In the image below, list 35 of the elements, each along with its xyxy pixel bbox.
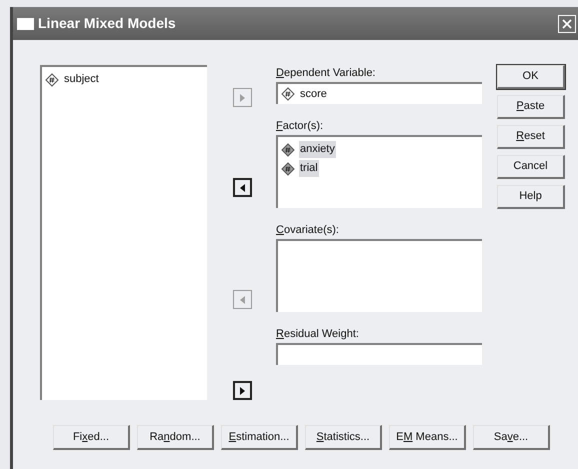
dialog-button[interactable]: Paste — [497, 95, 565, 119]
dialog-button[interactable]: Reset — [497, 125, 565, 149]
variable-icon — [281, 87, 295, 101]
dialog-button[interactable]: Fixed... — [53, 425, 130, 450]
field-label: Dependent Variable: — [276, 66, 376, 81]
field-label: Factor(s): — [276, 119, 324, 134]
dialog-button[interactable]: OK — [497, 65, 565, 89]
variable-icon — [281, 162, 295, 176]
right-triangle-icon — [240, 94, 245, 102]
variable-item[interactable]: trial — [299, 160, 319, 177]
variable-item[interactable]: score — [299, 86, 328, 102]
dialog-button[interactable]: Cancel — [497, 155, 565, 179]
variable-icon — [45, 72, 59, 86]
field-label: Residual Weight: — [276, 327, 360, 342]
right-triangle-icon — [240, 386, 245, 394]
dialog-button[interactable]: Random... — [137, 425, 214, 450]
left-triangle-icon — [240, 184, 245, 192]
window-title: Linear Mixed Models — [38, 14, 177, 33]
window-icon — [17, 18, 34, 30]
field-label: Covariate(s): — [276, 223, 340, 238]
close-button[interactable] — [558, 14, 576, 32]
dialog-button[interactable]: Estimation... — [221, 425, 298, 450]
dialog-button[interactable]: Save... — [473, 425, 550, 450]
input-field[interactable]: score — [276, 82, 482, 104]
dialog-button[interactable]: Help — [497, 185, 565, 209]
variable-icon — [281, 142, 295, 156]
input-field[interactable] — [276, 343, 482, 365]
dialog-button[interactable]: Statistics... — [305, 425, 382, 450]
move-button[interactable] — [233, 178, 252, 197]
left-triangle-icon — [240, 296, 245, 304]
move-button[interactable] — [233, 381, 252, 400]
dialog-button[interactable]: EM Means... — [389, 425, 466, 450]
variable-item[interactable]: anxiety — [299, 141, 336, 158]
variable-item[interactable]: subject — [63, 71, 100, 88]
close-icon — [562, 18, 572, 28]
